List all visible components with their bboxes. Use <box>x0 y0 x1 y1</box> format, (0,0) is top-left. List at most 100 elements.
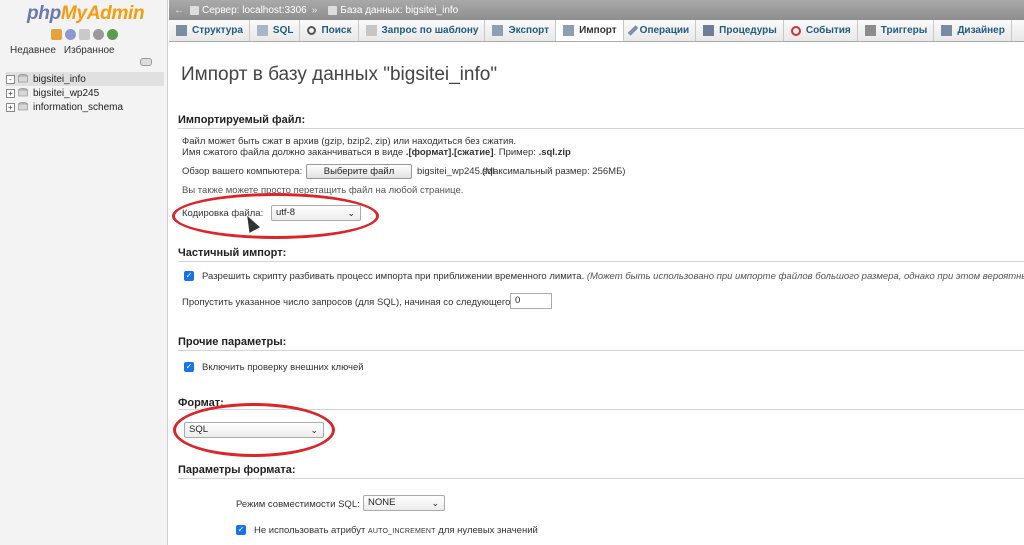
tab-routines[interactable]: Процедуры <box>696 20 784 41</box>
db-name: bigsitei_wp245 <box>33 87 100 99</box>
import-icon <box>563 24 575 36</box>
compat-mode-select[interactable]: NONE ⌄ <box>363 495 445 511</box>
chevron-down-icon: ⌄ <box>431 498 439 508</box>
allow-interrupt-text: Разрешить скрипту разбивать процесс импо… <box>202 271 1024 282</box>
browse-label: Обзор вашего компьютера: <box>182 166 303 177</box>
text-part: Не использовать атрибут <box>254 525 369 536</box>
choose-file-button[interactable]: Выберите файл <box>306 164 412 179</box>
tab-label: Запрос по шаблону <box>381 25 479 36</box>
allow-interrupt-checkbox[interactable]: ✓ <box>184 271 194 281</box>
divider <box>178 478 1024 479</box>
wrench-icon <box>627 25 638 36</box>
routines-icon <box>703 25 715 36</box>
expand-icon[interactable]: + <box>6 102 15 112</box>
database-icon <box>18 102 28 111</box>
database-tree: - bigsitei_info + bigsitei_wp245 + infor… <box>6 72 164 114</box>
tab-label: Структура <box>192 25 243 36</box>
foreign-key-checkbox[interactable]: ✓ <box>184 362 194 372</box>
other-section-heading: Прочие параметры: <box>178 336 287 348</box>
format-options-heading: Параметры формата: <box>178 464 296 476</box>
tab-label: Импорт <box>579 24 617 36</box>
sql-icon <box>256 25 268 36</box>
tab-favorites[interactable]: Избранное <box>64 45 115 56</box>
compression-info: Файл может быть сжат в архив (gzip, bzip… <box>182 136 517 147</box>
phpmyadmin-logo[interactable]: phpMyAdmin <box>27 3 145 25</box>
text-part-bold: .[формат].[сжатие] <box>405 147 494 158</box>
skip-queries-input[interactable]: 0 <box>510 293 552 309</box>
text-part: для нулевых значений <box>435 525 538 536</box>
database-icon <box>18 74 28 83</box>
nav-tabs: Недавнее Избранное <box>10 45 115 56</box>
text-part-code: AUTO_INCREMENT <box>368 528 436 535</box>
skip-queries-label: Пропустить указанное число запросов (для… <box>182 297 514 308</box>
tab-triggers[interactable]: Триггеры <box>858 20 935 41</box>
no-auto-increment-label: Не использовать атрибут AUTO_INCREMENT д… <box>254 525 538 536</box>
tab-export[interactable]: Экспорт <box>485 20 557 41</box>
file-section-heading: Импортируемый файл: <box>178 114 306 126</box>
tab-label: Дизайнер <box>957 25 1005 36</box>
tab-label: SQL <box>272 25 294 36</box>
logo-text-php: php <box>27 3 61 24</box>
drag-drop-note: Вы также можете просто перетащить файл н… <box>182 185 464 196</box>
breadcrumb-separator: » <box>311 4 318 16</box>
main-content: Импорт в базу данных "bigsitei_info" Имп… <box>169 43 1024 545</box>
info-icon[interactable] <box>65 29 76 40</box>
database-icon <box>18 88 28 97</box>
designer-icon <box>941 25 953 36</box>
triggers-icon <box>864 25 876 36</box>
tab-structure[interactable]: Структура <box>169 20 250 41</box>
logo-text-myadmin: MyAdmin <box>60 3 145 24</box>
db-name: information_schema <box>33 101 124 113</box>
compression-format-info: Имя сжатого файла должно заканчиваться в… <box>182 147 571 158</box>
text-part-bold: .sql.zip <box>538 147 571 158</box>
tab-operations[interactable]: Операции <box>624 20 697 41</box>
tab-label: Триггеры <box>880 25 928 36</box>
navigation-panel: phpMyAdmin Недавнее Избранное - bigsitei… <box>0 0 168 545</box>
text-part: Имя сжатого файла должно заканчиваться в… <box>182 147 406 158</box>
breadcrumb-server[interactable]: Сервер: localhost:3306 <box>202 5 307 16</box>
tab-search[interactable]: Поиск <box>300 20 359 41</box>
tab-label: Поиск <box>321 25 352 36</box>
export-icon <box>492 25 504 36</box>
foreign-key-label: Включить проверку внешних ключей <box>202 362 364 373</box>
compat-mode-value: NONE <box>368 497 396 508</box>
search-icon <box>307 26 317 35</box>
query-icon <box>365 25 377 36</box>
annotation-ellipse-format <box>173 403 335 457</box>
breadcrumb: ← Сервер: localhost:3306 » База данных: … <box>169 0 1024 20</box>
tab-import[interactable]: Импорт <box>556 20 624 41</box>
no-auto-increment-checkbox[interactable]: ✓ <box>236 525 246 535</box>
tab-events[interactable]: События <box>784 20 858 41</box>
tab-recent[interactable]: Недавнее <box>10 45 56 56</box>
back-arrow-icon[interactable]: ← <box>174 5 184 16</box>
divider <box>178 128 1024 129</box>
tab-sql[interactable]: SQL <box>250 20 301 41</box>
docs-icon[interactable] <box>79 29 90 40</box>
reload-icon[interactable] <box>107 29 118 40</box>
db-item-bigsitei-wp245[interactable]: + bigsitei_wp245 <box>6 86 164 100</box>
divider <box>178 350 1024 351</box>
divider <box>178 261 1024 262</box>
tab-bar: Структура SQL Поиск Запрос по шаблону Эк… <box>169 20 1024 42</box>
tab-label: Процедуры <box>719 25 777 36</box>
tab-label: Операции <box>639 25 690 36</box>
compat-mode-label: Режим совместимости SQL: <box>236 499 360 510</box>
expand-icon[interactable]: + <box>6 88 15 98</box>
home-icon[interactable] <box>51 29 62 40</box>
tab-designer[interactable]: Дизайнер <box>934 20 1012 41</box>
settings-icon[interactable] <box>93 29 104 40</box>
text-part: . Пример: <box>493 147 539 158</box>
tab-label: События <box>805 25 851 36</box>
clock-icon <box>790 25 801 36</box>
tab-label: Экспорт <box>508 25 550 36</box>
tab-query[interactable]: Запрос по шаблону <box>359 20 486 41</box>
breadcrumb-database[interactable]: База данных: bigsitei_info <box>340 5 458 16</box>
page-title: Импорт в базу данных "bigsitei_info" <box>181 64 498 85</box>
structure-icon <box>176 25 187 36</box>
link-collapse-icon[interactable] <box>140 58 152 66</box>
allow-interrupt-label: Разрешить скрипту разбивать процесс импо… <box>202 271 585 282</box>
db-item-bigsitei-info[interactable]: - bigsitei_info <box>6 72 164 86</box>
collapse-icon[interactable]: - <box>6 74 15 84</box>
db-item-information-schema[interactable]: + information_schema <box>6 100 164 114</box>
annotation-ellipse-encoding <box>172 193 379 239</box>
